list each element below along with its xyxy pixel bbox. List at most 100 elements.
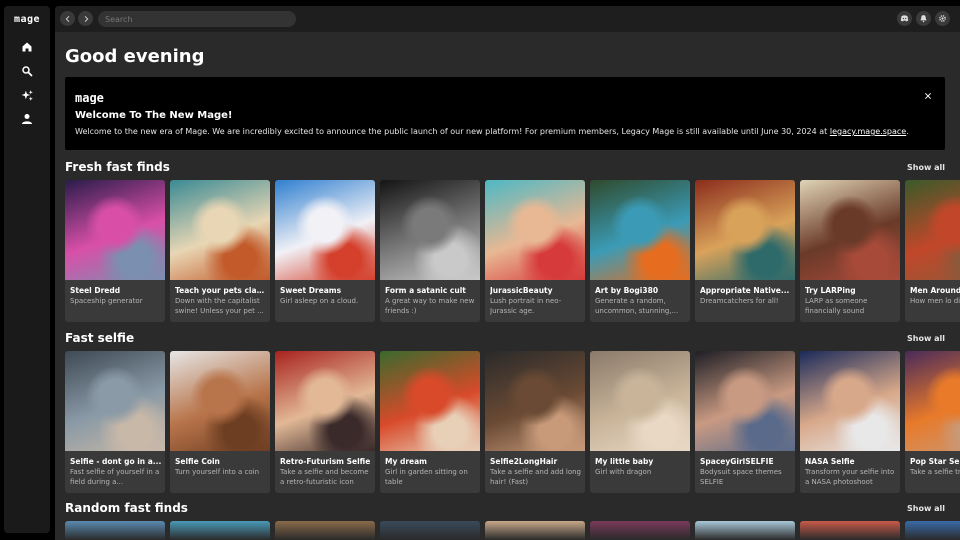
card-title: SpaceyGirlSELFIE	[700, 457, 774, 466]
card-title: Steel Dredd	[70, 286, 121, 295]
card-description: A great way to make new friends :)	[385, 297, 475, 315]
sidebar: mage	[4, 6, 50, 533]
card-thumbnail	[800, 180, 900, 280]
card-description: Bodysuit space themes SELFIE	[700, 468, 782, 486]
banner-title: Welcome To The New Mage!	[75, 110, 233, 121]
card-title: Pop Star Se	[910, 457, 960, 466]
card-thumbnail[interactable]	[800, 521, 900, 540]
content-card[interactable]: My little baby Girl with dragon	[590, 351, 690, 493]
content-card[interactable]: Retro-Futurism Selfie Take a selfie and b…	[275, 351, 375, 493]
card-row-selfie: Selfie - dont go in a... Fast selfie of y…	[65, 351, 960, 493]
card-thumbnail	[590, 180, 690, 280]
card-thumbnail[interactable]	[485, 521, 585, 540]
page-title: Good evening	[65, 46, 205, 67]
card-thumbnail	[485, 351, 585, 451]
card-row-random	[65, 521, 960, 540]
search-icon[interactable]	[17, 61, 37, 81]
card-title: Teach your pets clas...	[175, 286, 267, 295]
content-card[interactable]: Form a satanic cult A great way to make n…	[380, 180, 480, 322]
show-all-random-button[interactable]: Show all	[907, 504, 945, 513]
card-thumbnail	[65, 351, 165, 451]
section-title-selfie: Fast selfie	[65, 331, 135, 345]
discord-icon[interactable]	[897, 11, 912, 26]
svg-text:mage: mage	[75, 92, 104, 104]
content-card[interactable]: SpaceyGirlSELFIE Bodysuit space themes SE…	[695, 351, 795, 493]
banner-text: Welcome to the new era of Mage. We are i…	[75, 127, 909, 136]
content-card[interactable]: Men Around How men lo different nat	[905, 180, 960, 322]
card-description: Take a selfie and add long hair! (Fast)	[490, 468, 581, 486]
gear-icon[interactable]	[935, 11, 950, 26]
card-title: My little baby	[595, 457, 654, 466]
card-title: My dream	[385, 457, 427, 466]
show-all-selfie-button[interactable]: Show all	[907, 334, 945, 343]
card-thumbnail	[275, 180, 375, 280]
card-thumbnail	[485, 180, 585, 280]
card-description: LARP as someone financially sound	[805, 297, 868, 315]
announcement-banner: mage Welcome To The New Mage! Welcome to…	[65, 77, 945, 150]
content-card[interactable]: JurassicBeauty Lush portrait in neo-Juras…	[485, 180, 585, 322]
close-icon[interactable]	[921, 89, 935, 103]
bell-icon[interactable]	[916, 11, 931, 26]
content-card[interactable]: Appropriate Native... Dreamcatchers for a…	[695, 180, 795, 322]
card-title: Sweet Dreams	[280, 286, 342, 295]
section-title-random: Random fast finds	[65, 501, 188, 515]
card-thumbnail[interactable]	[905, 521, 960, 540]
card-description: Spaceship generator	[70, 297, 143, 305]
legacy-link[interactable]: legacy.mage.space	[830, 127, 906, 136]
card-thumbnail[interactable]	[695, 521, 795, 540]
content-card[interactable]: Teach your pets clas... Down with the cap…	[170, 180, 270, 322]
back-button[interactable]	[60, 11, 75, 26]
content-card[interactable]: Art by Bogi380 Generate a random, uncommo…	[590, 180, 690, 322]
content-card[interactable]: My dream Girl in garden sitting on table	[380, 351, 480, 493]
card-description: Transform your selfie into a NASA photos…	[805, 468, 895, 486]
home-icon[interactable]	[17, 37, 37, 57]
content-card[interactable]: Selfie Coin Turn yourself into a coin	[170, 351, 270, 493]
show-all-fresh-button[interactable]: Show all	[907, 163, 945, 172]
card-title: JurassicBeauty	[490, 286, 553, 295]
card-description: Down with the capitalist swine! Unless y…	[175, 297, 264, 315]
forward-button[interactable]	[78, 11, 93, 26]
content-card[interactable]: Selfie2LongHair Take a selfie and add lon…	[485, 351, 585, 493]
card-row-fresh: Steel Dredd Spaceship generator Teach your…	[65, 180, 960, 322]
card-title: Form a satanic cult	[385, 286, 466, 295]
card-thumbnail	[380, 351, 480, 451]
search-input[interactable]	[98, 11, 296, 27]
card-thumbnail[interactable]	[65, 521, 165, 540]
content-card[interactable]: Sweet Dreams Girl asleep on a cloud.	[275, 180, 375, 322]
card-title: Selfie - dont go in a...	[70, 457, 162, 466]
card-thumbnail[interactable]	[275, 521, 375, 540]
top-bar	[55, 6, 960, 32]
card-thumbnail[interactable]	[170, 521, 270, 540]
section-title-fresh: Fresh fast finds	[65, 160, 170, 174]
card-thumbnail[interactable]	[380, 521, 480, 540]
card-title: Selfie2LongHair	[490, 457, 558, 466]
card-thumbnail	[695, 180, 795, 280]
card-description: Girl with dragon	[595, 468, 652, 476]
card-thumbnail	[695, 351, 795, 451]
content-card[interactable]: Pop Star Se Take a selfie transform yo	[905, 351, 960, 493]
content-card[interactable]: Try LARPing LARP as someone financially s…	[800, 180, 900, 322]
card-thumbnail[interactable]	[590, 521, 690, 540]
profile-icon[interactable]	[17, 109, 37, 129]
sparkle-icon[interactable]	[17, 85, 37, 105]
card-description: Generate a random, uncommon, stunning,..…	[595, 297, 679, 315]
card-description: Dreamcatchers for all!	[700, 297, 779, 305]
card-title: Art by Bogi380	[595, 286, 659, 295]
card-description: Lush portrait in neo-Jurassic age.	[490, 297, 562, 315]
content-card[interactable]: NASA Selfie Transform your selfie into a …	[800, 351, 900, 493]
card-thumbnail	[275, 351, 375, 451]
banner-period: .	[906, 127, 909, 136]
card-thumbnail	[590, 351, 690, 451]
card-description: Turn yourself into a coin	[175, 468, 260, 476]
card-thumbnail	[170, 351, 270, 451]
card-thumbnail	[65, 180, 165, 280]
card-thumbnail	[380, 180, 480, 280]
card-title: Appropriate Native...	[700, 286, 790, 295]
banner-logo: mage	[75, 89, 131, 108]
app-logo[interactable]: mage	[4, 14, 50, 25]
card-description: Fast selfie of yourself in a field durin…	[70, 468, 160, 486]
card-title: NASA Selfie	[805, 457, 855, 466]
banner-body: Welcome to the new era of Mage. We are i…	[75, 127, 830, 136]
content-card[interactable]: Steel Dredd Spaceship generator	[65, 180, 165, 322]
content-card[interactable]: Selfie - dont go in a... Fast selfie of y…	[65, 351, 165, 493]
